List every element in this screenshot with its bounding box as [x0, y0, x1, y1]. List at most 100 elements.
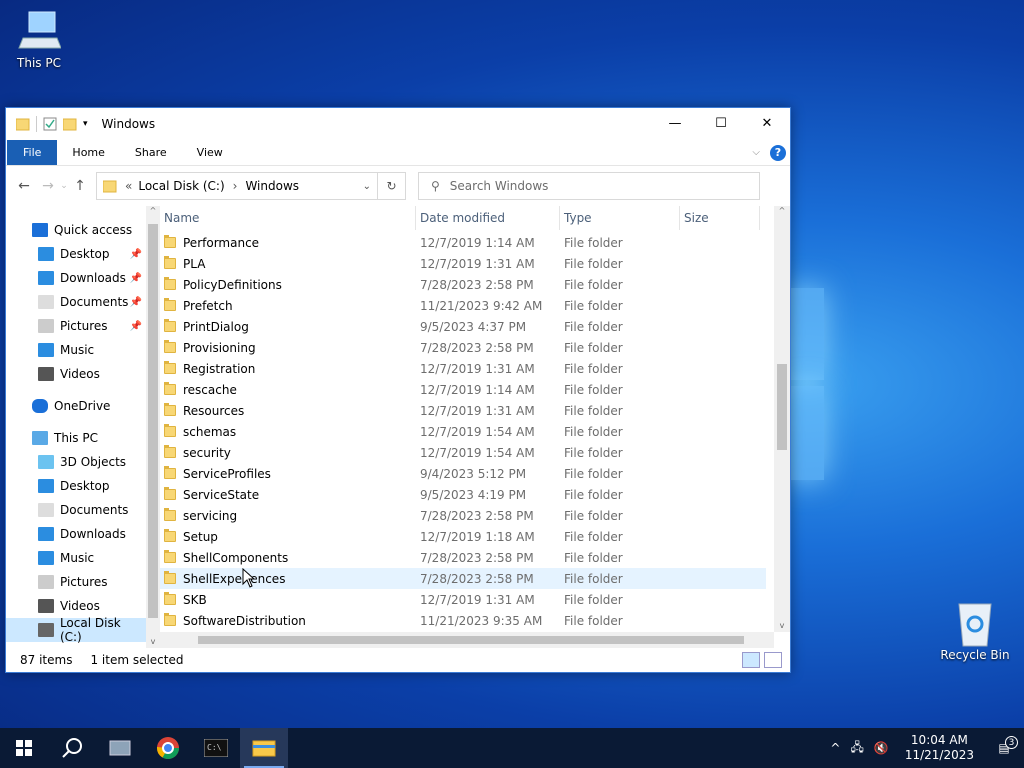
- table-row[interactable]: Registration 12/7/2019 1:31 AM File folder: [160, 358, 766, 379]
- nav-item-desktop[interactable]: Desktop: [6, 474, 146, 498]
- folder-icon: [164, 445, 176, 458]
- table-row[interactable]: security 12/7/2019 1:54 AM File folder: [160, 442, 766, 463]
- table-row[interactable]: Setup 12/7/2019 1:18 AM File folder: [160, 526, 766, 547]
- breadcrumb-separator[interactable]: ›: [233, 179, 238, 193]
- breadcrumb-windows[interactable]: Windows: [245, 179, 299, 193]
- table-row[interactable]: ServiceState 9/5/2023 4:19 PM File folder: [160, 484, 766, 505]
- file-type: File folder: [564, 445, 623, 460]
- network-icon[interactable]: 🖧: [846, 738, 867, 759]
- horizontal-scroll-thumb[interactable]: [198, 636, 744, 644]
- start-button[interactable]: [0, 728, 48, 768]
- nav-item-desktop[interactable]: Desktop 📌: [6, 242, 146, 266]
- nav-item-documents[interactable]: Documents 📌: [6, 290, 146, 314]
- title-bar[interactable]: ▾ Windows — ☐ ✕: [6, 108, 790, 140]
- nav-scrollbar[interactable]: ^ v: [146, 206, 160, 648]
- clock[interactable]: 10:04 AM 11/21/2023: [895, 733, 984, 763]
- nav-item-onedrive[interactable]: OneDrive: [6, 394, 146, 418]
- nav-item-videos[interactable]: Videos: [6, 362, 146, 386]
- breadcrumb-local-disk[interactable]: Local Disk (C:): [138, 179, 224, 193]
- table-row[interactable]: servicing 7/28/2023 2:58 PM File folder: [160, 505, 766, 526]
- nav-item-downloads[interactable]: Downloads: [6, 522, 146, 546]
- tab-share[interactable]: Share: [120, 140, 182, 165]
- recycle-bin-desktop-icon[interactable]: Recycle Bin: [935, 600, 1015, 662]
- column-type[interactable]: Type: [560, 206, 680, 230]
- tab-view[interactable]: View: [182, 140, 238, 165]
- folder-icon: [164, 529, 176, 542]
- table-row[interactable]: PLA 12/7/2019 1:31 AM File folder: [160, 253, 766, 274]
- drive-icon: [38, 623, 54, 637]
- file-name: schemas: [183, 424, 237, 439]
- horizontal-scrollbar[interactable]: [160, 632, 774, 648]
- tab-file[interactable]: File: [7, 140, 58, 165]
- nav-item-music[interactable]: Music: [6, 338, 146, 362]
- maximize-button[interactable]: ☐: [698, 108, 744, 138]
- nav-item-local-disk-c[interactable]: Local Disk (C:): [6, 616, 146, 644]
- recent-locations-icon[interactable]: ⌄: [60, 181, 68, 191]
- table-row[interactable]: SKB 12/7/2019 1:31 AM File folder: [160, 589, 766, 610]
- nav-item-pictures[interactable]: Pictures: [6, 570, 146, 594]
- download-icon: [38, 527, 54, 541]
- search-taskbar-button[interactable]: [48, 728, 96, 768]
- desktop-icon: [38, 479, 54, 493]
- notification-center-button[interactable]: ▤ 3: [984, 736, 1024, 755]
- nav-item-documents[interactable]: Documents: [6, 498, 146, 522]
- table-row[interactable]: ShellComponents 7/28/2023 2:58 PM File fol…: [160, 547, 766, 568]
- properties-icon[interactable]: [43, 117, 57, 131]
- nav-item-quick-access[interactable]: Quick access: [6, 218, 146, 242]
- nav-item-label: Videos: [60, 599, 100, 613]
- column-date-modified[interactable]: Date modified: [416, 206, 560, 230]
- table-row[interactable]: SoftwareDistribution 11/21/2023 9:35 AM Fi…: [160, 610, 766, 631]
- close-button[interactable]: ✕: [744, 108, 790, 138]
- command-prompt-button[interactable]: C:\: [192, 728, 240, 768]
- folder-icon: [164, 277, 176, 290]
- volume-muted-icon[interactable]: 🔇: [868, 741, 895, 755]
- table-row[interactable]: schemas 12/7/2019 1:54 AM File folder: [160, 421, 766, 442]
- vertical-scrollbar[interactable]: ^ v: [774, 206, 790, 632]
- nav-item-pictures[interactable]: Pictures 📌: [6, 314, 146, 338]
- address-dropdown-icon[interactable]: ⌄: [363, 181, 371, 192]
- nav-item-this-pc[interactable]: This PC: [6, 426, 146, 450]
- vertical-scroll-thumb[interactable]: [777, 364, 787, 450]
- chrome-button[interactable]: [144, 728, 192, 768]
- show-hidden-icons[interactable]: ^: [824, 741, 846, 755]
- table-row[interactable]: ServiceProfiles 9/4/2023 5:12 PM File fold…: [160, 463, 766, 484]
- help-button[interactable]: ?: [770, 144, 786, 161]
- address-field[interactable]: « Local Disk (C:) › Windows ⌄: [96, 172, 378, 200]
- tab-home[interactable]: Home: [57, 140, 119, 165]
- system-tray: ^ 🖧 🔇 10:04 AM 11/21/2023 ▤ 3: [824, 728, 1024, 768]
- this-pc-desktop-icon[interactable]: This PC: [0, 8, 79, 70]
- refresh-button[interactable]: ↻: [378, 172, 406, 200]
- server-manager-button[interactable]: [96, 728, 144, 768]
- table-row[interactable]: PolicyDefinitions 7/28/2023 2:58 PM File f…: [160, 274, 766, 295]
- file-type: File folder: [564, 487, 623, 502]
- table-row[interactable]: Resources 12/7/2019 1:31 AM File folder: [160, 400, 766, 421]
- large-icons-view-button[interactable]: [764, 652, 782, 668]
- customize-qat-icon[interactable]: ▾: [83, 119, 88, 129]
- column-name[interactable]: Name: [160, 206, 416, 230]
- nav-item-music[interactable]: Music: [6, 546, 146, 570]
- file-type: File folder: [564, 340, 623, 355]
- table-row[interactable]: Prefetch 11/21/2023 9:42 AM File folder: [160, 295, 766, 316]
- table-row[interactable]: PrintDialog 9/5/2023 4:37 PM File folder: [160, 316, 766, 337]
- forward-button[interactable]: →: [36, 178, 60, 194]
- nav-item-downloads[interactable]: Downloads 📌: [6, 266, 146, 290]
- table-row[interactable]: Provisioning 7/28/2023 2:58 PM File folder: [160, 337, 766, 358]
- details-view-button[interactable]: [742, 652, 760, 668]
- table-row[interactable]: rescache 12/7/2019 1:14 AM File folder: [160, 379, 766, 400]
- table-row[interactable]: Performance 12/7/2019 1:14 AM File folder: [160, 232, 766, 253]
- search-input[interactable]: ⚲ Search Windows: [418, 172, 760, 200]
- file-explorer-taskbar-button[interactable]: [240, 728, 288, 768]
- nav-item-3d-objects[interactable]: 3D Objects: [6, 450, 146, 474]
- expand-ribbon-icon[interactable]: ⌵: [752, 147, 760, 158]
- nav-scroll-thumb[interactable]: [148, 224, 158, 618]
- nav-item-videos[interactable]: Videos: [6, 594, 146, 618]
- file-date: 11/21/2023 9:42 AM: [420, 298, 543, 313]
- back-button[interactable]: ←: [12, 178, 36, 194]
- up-button[interactable]: ↑: [68, 178, 92, 194]
- breadcrumb-overflow[interactable]: «: [125, 179, 132, 193]
- new-folder-icon[interactable]: [63, 117, 77, 131]
- column-size[interactable]: Size: [680, 206, 760, 230]
- minimize-button[interactable]: —: [652, 108, 698, 138]
- navigation-pane: Quick access Desktop 📌 Downloads 📌 Documents 📌…: [6, 206, 146, 648]
